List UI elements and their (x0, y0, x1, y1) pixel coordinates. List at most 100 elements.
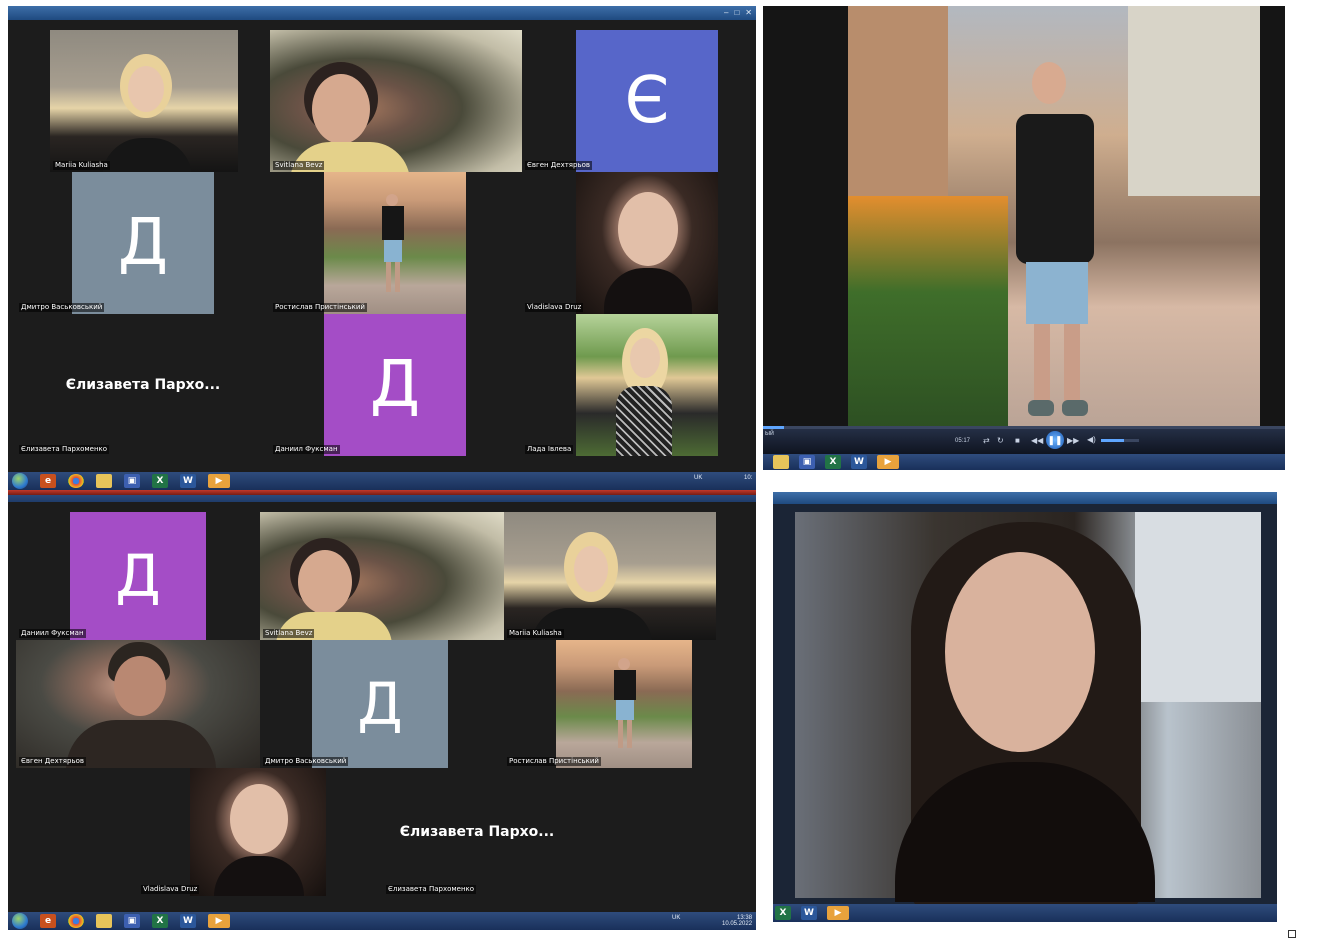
avatar: Є (576, 30, 718, 172)
folder-icon[interactable] (96, 474, 112, 488)
participant-name: Vladislava Druz (525, 303, 584, 312)
maximize-icon[interactable]: □ (734, 8, 739, 17)
taskbar-top: e ▣ X W ▶ UK 10: (8, 472, 756, 490)
video-closeup-window: X W ▶ (773, 492, 1277, 922)
video-tile-svitlana[interactable]: Svitlana Bevz (260, 512, 504, 640)
shuffle-icon[interactable]: ⇄ (983, 436, 990, 445)
system-tray: UK (672, 915, 680, 921)
word-icon[interactable]: W (180, 474, 196, 488)
video-tile-mariia[interactable]: Mariia Kuliasha (504, 512, 716, 640)
save-icon[interactable]: ▣ (799, 455, 815, 469)
volume-slider[interactable] (1101, 439, 1139, 442)
media-player-icon[interactable]: ▶ (208, 914, 230, 928)
participant-name: Євген Дехтярьов (19, 757, 86, 766)
participant-name: Даниил Фуксман (19, 629, 86, 638)
taskbar-bottom: e ▣ X W ▶ UK 13:38 10.05.2022 (8, 912, 756, 930)
media-player-icon[interactable]: ▶ (208, 474, 230, 488)
word-icon[interactable]: W (801, 906, 817, 920)
video-tile-mariia[interactable]: Mariia Kuliasha (50, 30, 238, 172)
player-taskbar: ▣ X W ▶ (763, 454, 1285, 470)
minimize-icon[interactable]: – (724, 8, 728, 17)
participant-name: Svitlana Bevz (273, 161, 325, 170)
video-tile-danyil[interactable]: Д Даниил Фуксман (270, 314, 466, 456)
video-tile-svitlana[interactable]: Svitlana Bevz (270, 30, 522, 172)
folder-icon[interactable] (96, 914, 112, 928)
page-marker-icon (1288, 930, 1296, 938)
clock[interactable]: 13:38 10.05.2022 (722, 915, 752, 927)
participant-name: Євген Дехтярьов (525, 161, 592, 170)
explorer-icon[interactable]: e (40, 474, 56, 488)
repeat-icon[interactable]: ↻ (997, 436, 1004, 445)
avatar: Д (324, 314, 466, 456)
media-player-icon[interactable]: ▶ (877, 455, 899, 469)
video-frame (795, 512, 1261, 912)
participant-name: Даниил Фуксман (273, 445, 340, 454)
chrome-icon[interactable] (68, 914, 84, 928)
word-icon[interactable]: W (851, 455, 867, 469)
video-tile-yelyzaveta[interactable]: Єлизавета Пархо... Єлизавета Пархоменко (16, 314, 270, 456)
video-tile-yelyzaveta[interactable]: Єлизавета Пархо... Єлизавета Пархоменко (328, 768, 626, 896)
explorer-icon[interactable]: e (40, 914, 56, 928)
video-tile-yevhen[interactable]: Євген Дехтярьов (16, 640, 260, 768)
participant-name: Svitlana Bevz (263, 629, 315, 638)
excel-icon[interactable]: X (152, 474, 168, 488)
participant-name: Єлизавета Пархоменко (386, 885, 477, 894)
avatar: Д (312, 640, 448, 768)
close-icon[interactable]: ✕ (745, 8, 752, 17)
video-tile-danyil[interactable]: Д Даниил Фуксман (16, 512, 262, 640)
pause-button[interactable]: ❚❚ (1046, 431, 1064, 449)
participant-display-name: Єлизавета Пархо... (65, 377, 221, 393)
excel-icon[interactable]: X (775, 906, 791, 920)
participant-name: Дмитро Васьковський (19, 303, 105, 312)
video-tile-yevhen[interactable]: Є Євген Дехтярьов (522, 30, 718, 172)
excel-icon[interactable]: X (152, 914, 168, 928)
video-tile-vladislava[interactable]: Vladislava Druz (138, 768, 328, 896)
closeup-taskbar: X W ▶ (773, 904, 1277, 922)
player-controls: ый 05:17 ⇄ ↻ ■ ◀◀ ❚❚ ▶▶ ◀) (763, 426, 1285, 454)
player-left-label: ый (765, 430, 774, 437)
language-indicator[interactable]: UK (672, 915, 680, 921)
volume-icon[interactable]: ◀) (1087, 435, 1096, 444)
participant-name: Дмитро Васьковський (263, 757, 349, 766)
start-button[interactable] (12, 913, 28, 929)
clock[interactable]: 10: (744, 475, 752, 481)
media-player-window: ый 05:17 ⇄ ↻ ■ ◀◀ ❚❚ ▶▶ ◀) ▣ X W ▶ (763, 6, 1285, 470)
avatar: Д (70, 512, 206, 640)
word-icon[interactable]: W (180, 914, 196, 928)
elapsed-time: 05:17 (955, 438, 971, 444)
video-tile-rostyslav[interactable]: Ростислав Пристінський (270, 172, 466, 314)
media-player-icon[interactable]: ▶ (827, 906, 849, 920)
video-tile-dmytro[interactable]: Д Дмитро Васьковський (16, 172, 270, 314)
participant-name: Vladislava Druz (141, 885, 200, 894)
chrome-icon[interactable] (68, 474, 84, 488)
window-controls: – □ ✕ (724, 8, 752, 17)
video-tile-dmytro[interactable]: Д Дмитро Васьковський (260, 640, 504, 768)
zoom-gallery-window-bottom: Д Даниил Фуксман Svitlana Bevz Mariia Ku… (8, 490, 756, 912)
participant-name: Єлизавета Пархоменко (19, 445, 110, 454)
participant-name: Ростислав Пристінський (507, 757, 601, 766)
save-icon[interactable]: ▣ (124, 914, 140, 928)
start-button[interactable] (12, 473, 28, 489)
video-tile-vladislava[interactable]: Vladislava Druz (522, 172, 718, 314)
language-indicator[interactable]: UK (694, 475, 702, 481)
window-titlebar: – □ ✕ (8, 6, 756, 20)
stop-icon[interactable]: ■ (1015, 436, 1020, 445)
save-icon[interactable]: ▣ (124, 474, 140, 488)
video-tile-rostyslav[interactable]: Ростислав Пристінський (504, 640, 716, 768)
window-titlebar (8, 490, 756, 502)
folder-icon[interactable] (773, 455, 789, 469)
video-tile-lada[interactable]: Лада Івлева (522, 314, 718, 456)
excel-icon[interactable]: X (825, 455, 841, 469)
participant-name: Ростислав Пристінський (273, 303, 367, 312)
participant-display-name: Єлизавета Пархо... (399, 824, 555, 840)
video-frame (848, 6, 1260, 436)
seek-bar[interactable] (763, 426, 1285, 429)
participant-name: Mariia Kuliasha (53, 161, 110, 170)
zoom-gallery-window-top: – □ ✕ Mariia Kuliasha Svitlana Bevz Є Єв… (8, 6, 756, 472)
next-icon[interactable]: ▶▶ (1067, 436, 1079, 445)
avatar: Д (72, 172, 214, 314)
participant-name: Лада Івлева (525, 445, 574, 454)
system-tray: UK (694, 475, 702, 481)
previous-icon[interactable]: ◀◀ (1031, 436, 1043, 445)
participant-name: Mariia Kuliasha (507, 629, 564, 638)
